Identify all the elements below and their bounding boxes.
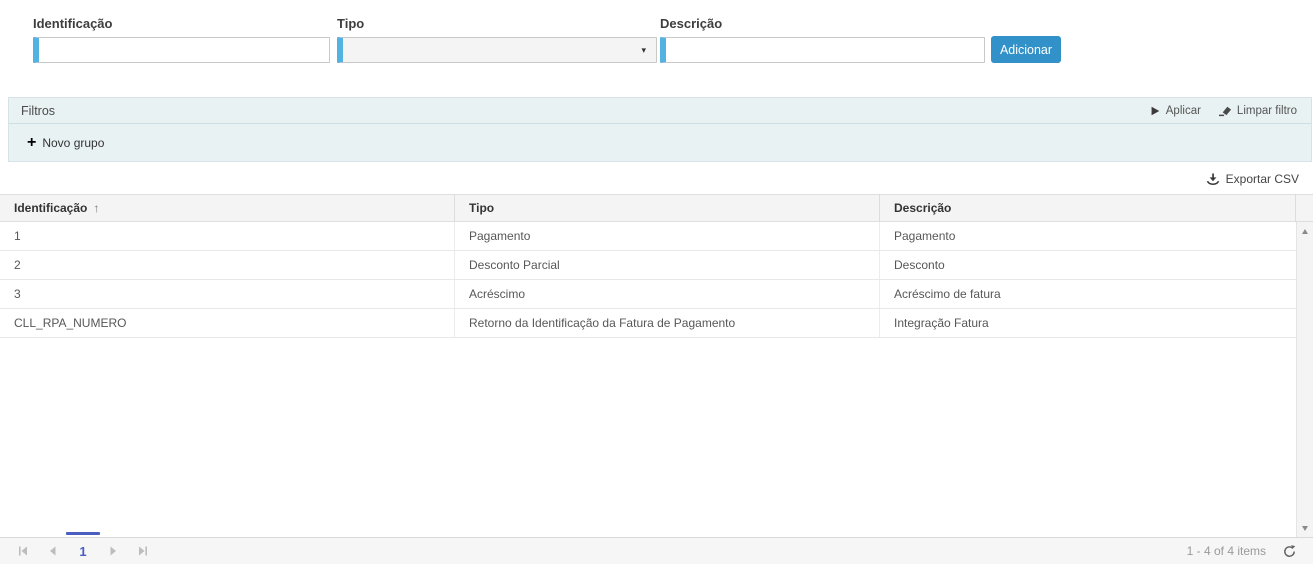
chevron-down-icon: ▾: [641, 46, 650, 55]
filters-title: Filtros: [21, 104, 55, 118]
cell-tipo: Retorno da Identificação da Fatura de Pa…: [455, 309, 880, 337]
cell-descricao: Acréscimo de fatura: [880, 280, 1296, 308]
header-scrollbar-spacer: [1296, 195, 1313, 221]
current-page-indicator: [66, 532, 100, 535]
table-row[interactable]: 3 Acréscimo Acréscimo de fatura: [0, 280, 1296, 309]
data-grid: Identificação ↑ Tipo Descrição 1 Pagamen…: [0, 194, 1313, 564]
grid-pager: 1 1 - 4 of 4 items: [0, 537, 1313, 564]
cell-tipo: Desconto Parcial: [455, 251, 880, 279]
filters-header: Filtros Aplicar Limpar filtro: [9, 98, 1311, 124]
table-row[interactable]: CLL_RPA_NUMERO Retorno da Identificação …: [0, 309, 1296, 338]
descricao-field-group: Descrição: [660, 16, 985, 63]
cell-identificacao: 2: [0, 251, 455, 279]
current-page-label: 1: [79, 544, 86, 559]
cell-identificacao: 1: [0, 222, 455, 250]
first-page-button[interactable]: [8, 540, 38, 562]
triangle-down-icon: [1302, 526, 1308, 531]
cell-descricao: Integração Fatura: [880, 309, 1296, 337]
export-csv-label: Exportar CSV: [1226, 172, 1299, 186]
cell-identificacao: 3: [0, 280, 455, 308]
scrollbar-down-button[interactable]: [1297, 520, 1313, 536]
cell-tipo: Acréscimo: [455, 280, 880, 308]
new-group-label: Novo grupo: [42, 136, 104, 150]
pager-nav: 1: [8, 540, 158, 562]
plus-icon: +: [27, 135, 36, 151]
grid-header: Identificação ↑ Tipo Descrição: [0, 195, 1313, 222]
export-row: Exportar CSV: [0, 162, 1313, 194]
tipo-select[interactable]: ▾: [337, 37, 657, 63]
refresh-button[interactable]: [1282, 544, 1297, 559]
descricao-label: Descrição: [660, 16, 985, 31]
clear-filter-label: Limpar filtro: [1237, 105, 1297, 117]
cell-descricao: Desconto: [880, 251, 1296, 279]
table-row[interactable]: 1 Pagamento Pagamento: [0, 222, 1296, 251]
tipo-field-group: Tipo ▾: [337, 16, 657, 63]
column-header-identificacao[interactable]: Identificação ↑: [0, 195, 455, 221]
next-page-button[interactable]: [98, 540, 128, 562]
apply-filter-button[interactable]: Aplicar: [1149, 105, 1201, 117]
export-csv-button[interactable]: Exportar CSV: [1206, 172, 1299, 186]
new-group-button[interactable]: + Novo grupo: [27, 135, 104, 151]
column-header-identificacao-label: Identificação: [14, 201, 87, 215]
cell-tipo: Pagamento: [455, 222, 880, 250]
items-count-label: 1 - 4 of 4 items: [1187, 544, 1266, 558]
filters-body: + Novo grupo: [9, 124, 1311, 161]
previous-page-button[interactable]: [38, 540, 68, 562]
column-header-tipo-label: Tipo: [469, 201, 494, 215]
vertical-scrollbar[interactable]: [1296, 222, 1313, 537]
last-page-button[interactable]: [128, 540, 158, 562]
column-header-descricao-label: Descrição: [894, 201, 951, 215]
adicionar-button[interactable]: Adicionar: [991, 36, 1061, 63]
column-header-tipo[interactable]: Tipo: [455, 195, 880, 221]
identificacao-label: Identificação: [33, 16, 330, 31]
sort-asc-icon: ↑: [93, 201, 99, 215]
cell-identificacao: CLL_RPA_NUMERO: [0, 309, 455, 337]
scrollbar-up-button[interactable]: [1297, 223, 1313, 239]
add-record-form: Identificação Tipo ▾ Descrição Adicionar: [0, 0, 1313, 63]
apply-filter-label: Aplicar: [1166, 105, 1201, 117]
column-header-descricao[interactable]: Descrição: [880, 195, 1296, 221]
identificacao-input[interactable]: [33, 37, 330, 63]
page-1-button[interactable]: 1: [70, 544, 96, 559]
filters-actions: Aplicar Limpar filtro: [1149, 104, 1297, 117]
table-row[interactable]: 2 Desconto Parcial Desconto: [0, 251, 1296, 280]
identificacao-field-group: Identificação: [33, 16, 330, 63]
tipo-label: Tipo: [337, 16, 657, 31]
play-icon: [1149, 105, 1161, 117]
triangle-up-icon: [1302, 229, 1308, 234]
filters-panel: Filtros Aplicar Limpar filtro +: [8, 97, 1312, 162]
download-icon: [1206, 173, 1220, 186]
eraser-icon: [1219, 104, 1232, 117]
descricao-input[interactable]: [660, 37, 985, 63]
cell-descricao: Pagamento: [880, 222, 1296, 250]
pager-right: 1 - 4 of 4 items: [1187, 544, 1297, 559]
clear-filter-button[interactable]: Limpar filtro: [1219, 104, 1297, 117]
grid-body: 1 Pagamento Pagamento 2 Desconto Parcial…: [0, 222, 1313, 537]
